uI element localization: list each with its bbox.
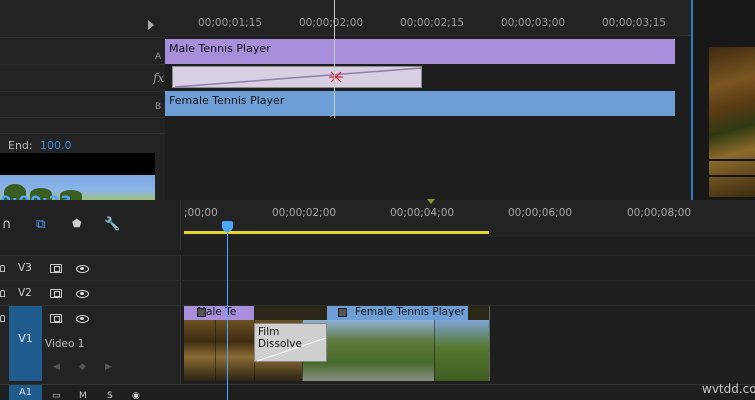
ruler-tick: 00;00;04;00 (390, 207, 455, 219)
track-name: V3 (18, 262, 32, 274)
ruler-tick: ;00;00 (184, 207, 218, 219)
sync-lock-icon[interactable] (50, 264, 62, 273)
clip-a-male-tennis-player[interactable]: Male Tennis Player (165, 39, 675, 64)
fx-icon: fx (153, 71, 165, 85)
track-v2[interactable] (182, 280, 755, 305)
ruler-tick: 00;00;02;00 (272, 207, 337, 219)
clip-male-tennis-player[interactable]: Male Te (184, 306, 254, 320)
track-name: V2 (18, 287, 32, 299)
sync-lock-icon[interactable] (50, 289, 62, 298)
caret-up-icon: ^ (329, 114, 337, 124)
microphone-icon[interactable]: ◉ (132, 391, 140, 400)
eye-icon[interactable] (76, 265, 89, 273)
transition-alignment-box[interactable] (172, 66, 422, 88)
track-header-v3: V3 (0, 255, 181, 280)
clip-end-edge (489, 306, 490, 381)
track-name-video-1: Video 1 (45, 338, 85, 350)
ruler-tick: 00;00;02;15 (400, 17, 465, 29)
track-b-marker: B (155, 102, 162, 112)
track-target-v1[interactable]: V1 (9, 306, 42, 381)
sync-lock-icon[interactable] (50, 314, 62, 323)
lock-icon[interactable] (0, 290, 5, 297)
effect-controls-playhead[interactable] (334, 0, 335, 118)
ruler-tick: 00;00;02;00 (299, 17, 364, 29)
watermark: wvtdd.com (702, 382, 755, 396)
play-triangle-icon[interactable] (148, 20, 154, 30)
lock-icon[interactable] (0, 265, 5, 272)
effect-controls-ruler[interactable]: 00;00;01;15 00;00;02;00 00;00;02;15 00;0… (165, 0, 692, 36)
fx-badge-icon (197, 308, 206, 317)
linked-selection-icon[interactable]: ⧉ (36, 217, 45, 232)
ruler-tick: 00;00;06;00 (508, 207, 573, 219)
add-keyframe-icon[interactable]: ◆ (79, 362, 86, 372)
film-icon[interactable]: ▭ (52, 391, 61, 400)
clip-female-tennis-player[interactable]: Female Tennis Player (327, 306, 468, 320)
timeline-playhead-line[interactable] (227, 228, 228, 400)
previous-keyframe-icon[interactable]: ◀ (53, 362, 60, 372)
add-marker-icon[interactable]: ⬟ (72, 217, 82, 230)
ruler-tick: 00;00;08;00 (627, 207, 692, 219)
solo-button[interactable]: S (107, 391, 113, 400)
wrench-icon[interactable]: 🔧 (104, 217, 120, 232)
transition-diagonal-line (174, 67, 422, 88)
transition-preview-start (0, 153, 155, 175)
next-keyframe-icon[interactable]: ▶ (105, 362, 112, 372)
timeline-toolbar (0, 200, 181, 250)
eye-icon[interactable] (76, 315, 89, 323)
film-dissolve-transition[interactable]: Film Dissolve (254, 323, 327, 362)
mute-button[interactable]: M (79, 391, 87, 400)
ruler-tick: 00;00;03;15 (602, 17, 667, 29)
ruler-tick: 00;00;01;15 (198, 17, 263, 29)
eye-icon[interactable] (76, 290, 89, 298)
end-value[interactable]: 100.0 (40, 139, 72, 152)
fx-badge-icon (338, 308, 347, 317)
snap-icon[interactable]: ∩ (2, 217, 12, 232)
clip-b-female-tennis-player[interactable]: Female Tennis Player (165, 91, 675, 116)
track-v3[interactable] (182, 255, 755, 280)
program-monitor-frame (709, 47, 755, 197)
track-divider (0, 384, 755, 385)
track-header-v2: V2 (0, 280, 181, 305)
ruler-tick: 00;00;03;00 (501, 17, 566, 29)
lock-icon[interactable] (0, 315, 5, 322)
marker-icon[interactable] (427, 199, 435, 204)
end-label: End: (8, 139, 33, 152)
track-target-a1[interactable]: A1 (9, 385, 42, 400)
timeline-playhead-handle[interactable] (222, 221, 233, 232)
track-a-marker: A (155, 52, 162, 62)
